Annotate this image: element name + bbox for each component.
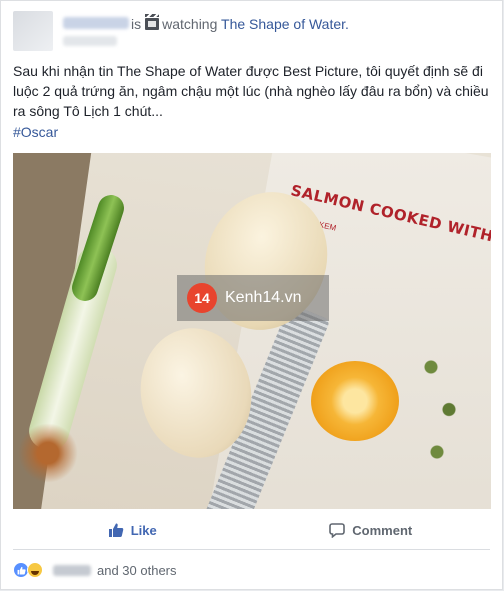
reactions-count[interactable]: and 30 others [97, 563, 177, 578]
activity-line: is watching The Shape of Water. [131, 14, 349, 32]
author-name-blurred[interactable] [63, 17, 129, 29]
avatar[interactable] [13, 11, 53, 51]
film-icon [145, 14, 160, 30]
activity-target-link[interactable]: The Shape of Water. [221, 16, 349, 32]
thumbs-up-icon [108, 522, 124, 538]
action-bar: Like Comment [13, 513, 490, 547]
activity-prefix: is [131, 16, 142, 32]
feed-post: is watching The Shape of Water. Sau khi n… [0, 0, 503, 590]
watermark: 14 Kenh14.vn [177, 275, 329, 321]
post-body: Sau khi nhận tin The Shape of Water được… [13, 63, 489, 119]
lemon-half [311, 361, 399, 441]
reactor-names-blurred[interactable] [53, 564, 91, 576]
activity-verb: watching [162, 16, 218, 32]
hashtag-link[interactable]: #Oscar [13, 124, 58, 140]
watermark-text: Kenh14.vn [225, 289, 302, 306]
post-photo[interactable]: SALMON COOKED WITH CREAM U KEM 14 Kenh14… [13, 153, 491, 509]
like-button[interactable]: Like [13, 513, 252, 547]
comment-button[interactable]: Comment [252, 513, 491, 547]
haha-reaction-icon [27, 562, 43, 578]
leek-roots [18, 423, 78, 483]
comment-icon [329, 522, 346, 538]
post-header: is watching The Shape of Water. [13, 11, 490, 53]
like-label: Like [130, 522, 157, 538]
post-timestamp-blurred[interactable] [63, 36, 117, 46]
kenh14-logo-icon: 14 [187, 283, 217, 313]
divider [13, 549, 490, 550]
comment-label: Comment [352, 522, 413, 538]
thyme-sprig [413, 333, 473, 503]
reactions-summary[interactable]: and 30 others [13, 560, 177, 580]
